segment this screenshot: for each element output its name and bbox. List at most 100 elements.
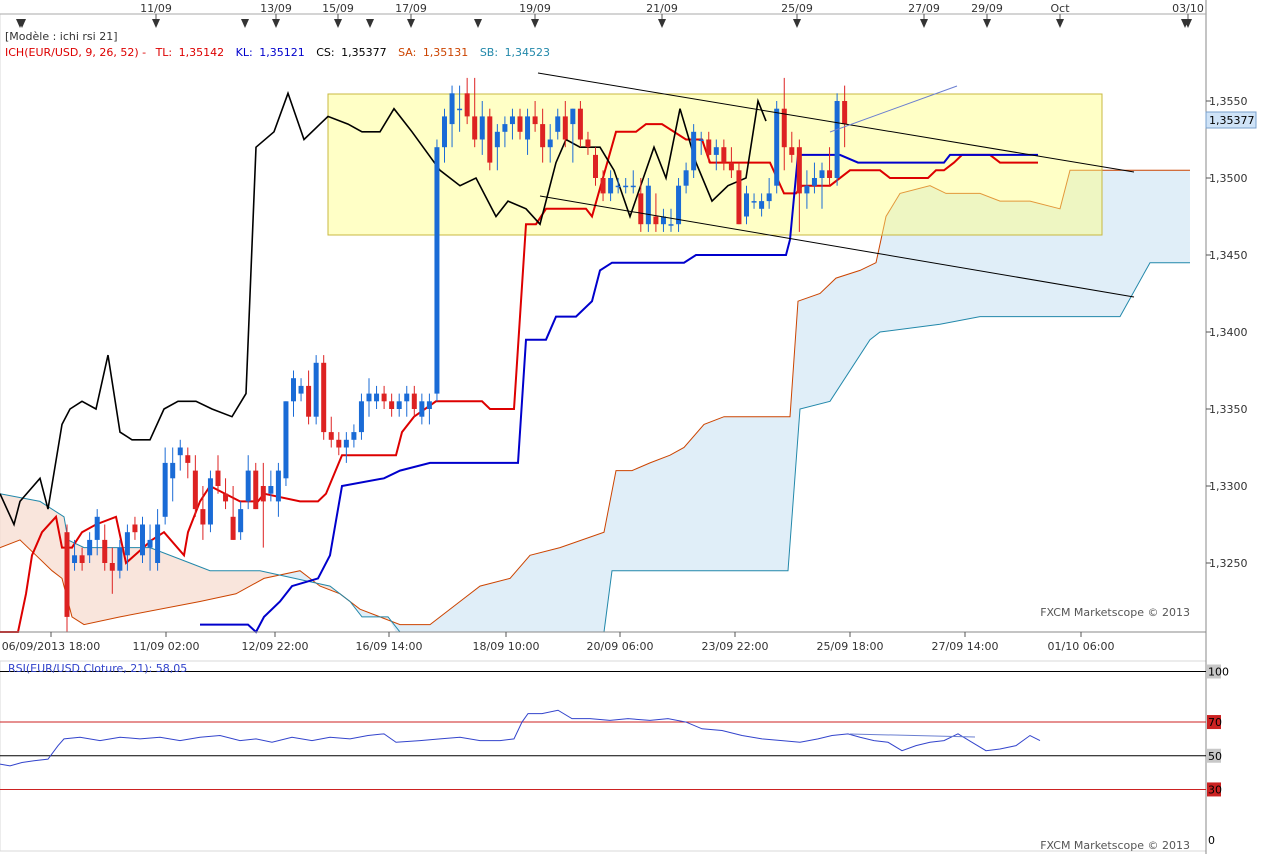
bull-candle [608,178,614,194]
bull-candle [245,470,251,502]
y-tick-label: 1,3500 [1209,172,1248,185]
top-date-label: 27/09 [908,2,940,15]
bull-candle [268,486,274,494]
bear-candle [306,385,312,417]
series-label: ICH(EUR/USD, 9, 26, 52) - [5,46,146,59]
bear-candle [721,147,727,163]
sb-value: 1,34523 [505,46,551,59]
bull-candle [676,185,682,225]
bull-candle [298,385,304,394]
x-tick-label: 25/09 18:00 [817,640,884,653]
bull-candle [155,524,161,563]
bear-candle [653,216,659,225]
bull-candle [358,401,364,433]
y-tick-label: 1,3550 [1209,95,1248,108]
bear-candle [64,532,70,617]
bear-candle [472,116,478,140]
bull-candle [615,185,621,188]
bear-candle [230,516,236,540]
bull-candle [547,139,553,148]
sa-value: 1,35131 [423,46,469,59]
bull-candle [525,116,531,140]
top-date-label: 13/09 [260,2,292,15]
bull-candle [683,170,689,186]
bull-candle [819,170,825,178]
bull-candle [426,401,432,409]
bull-candle [140,524,145,556]
bear-candle [638,193,644,225]
bull-candle [479,116,485,140]
top-date-label: 03/10 [1172,2,1204,15]
bull-candle [170,462,176,479]
bear-candle [487,116,493,163]
bull-candle [374,393,380,402]
x-tick-label: 20/09 06:00 [587,640,654,653]
tl-value: 1,35142 [179,46,225,59]
kl-label: KL: [236,46,253,59]
current-price-text: 1,35377 [1209,114,1255,127]
bear-candle [593,154,598,178]
x-tick-label: 01/10 06:00 [1048,640,1115,653]
bull-candle [744,193,749,217]
bear-candle [109,563,115,571]
bull-candle [811,178,817,186]
top-date-label: 29/09 [971,2,1003,15]
bull-candle [72,555,78,563]
bull-candle [124,532,130,556]
bull-candle [442,116,447,148]
y-tick-label: 1,3250 [1209,557,1248,570]
bull-candle [449,93,455,125]
bear-candle [328,432,334,440]
y-tick-label: 1,3300 [1209,480,1248,493]
bear-candle [540,124,546,148]
bull-candle [494,131,500,148]
watermark-price: FXCM Marketscope © 2013 [1040,606,1190,619]
x-tick-label: 27/09 14:00 [932,640,999,653]
bull-candle [238,509,244,533]
tl-label: TL: [155,46,173,59]
bear-candle [464,93,470,117]
ichimoku-chart: 1,3550 1,3500 1,3450 1,3400 1,3350 1,3300 1,32… [0,0,1257,854]
bull-candle [275,470,281,502]
rsi-level-label: 50 [1208,750,1222,763]
chart-window: 1,3550 1,3500 1,3450 1,3400 1,3350 1,3300 1,32… [0,0,1263,854]
bull-candle [623,185,629,188]
bear-candle [842,101,848,125]
bear-candle [223,493,229,502]
bull-candle [117,547,123,571]
rsi-level-label: 0 [1208,834,1215,847]
bear-candle [827,170,833,178]
bull-candle [366,393,372,402]
bear-candle [381,393,387,402]
bear-candle [562,116,568,140]
bear-candle [577,108,583,140]
bear-candle [215,470,221,486]
bull-candle [759,201,765,209]
bear-candle [260,486,266,502]
bear-candle [389,401,395,409]
bull-candle [804,185,810,194]
bull-candle [570,108,576,125]
bear-candle [789,147,795,155]
x-tick-label: 16/09 14:00 [356,640,423,653]
bull-candle [419,401,425,417]
bull-candle [87,539,93,556]
bull-candle [645,185,651,225]
x-tick-label: 11/09 02:00 [133,640,200,653]
bull-candle [94,516,100,540]
top-date-label: 21/09 [646,2,678,15]
bull-candle [691,131,697,171]
bull-candle [434,147,440,394]
bull-candle [147,539,153,548]
bear-candle [192,470,198,510]
bull-candle [698,139,704,141]
bull-candle [343,439,349,448]
x-tick-label: 23/09 22:00 [702,640,769,653]
bull-candle [555,116,561,132]
top-date-label: 17/09 [395,2,427,15]
bear-candle [79,555,85,563]
bear-candle [102,539,108,563]
sb-label: SB: [480,46,498,59]
bull-candle [177,447,183,456]
rsi-level-label: 70 [1208,716,1222,729]
